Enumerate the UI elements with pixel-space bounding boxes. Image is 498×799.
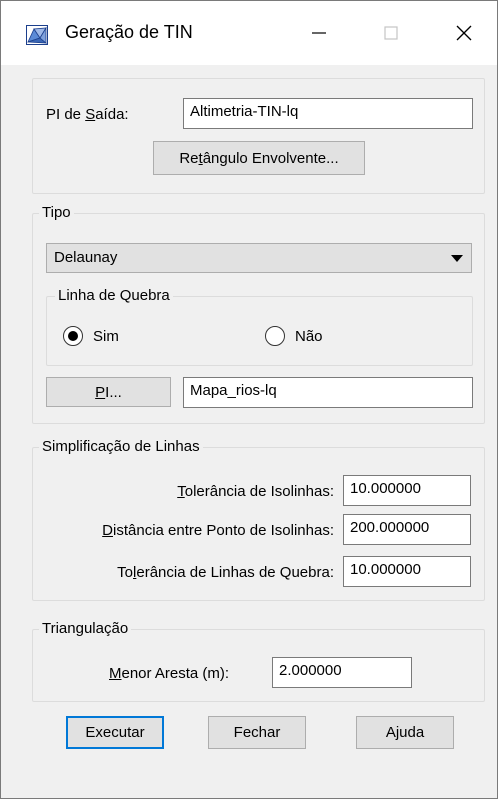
- minimize-icon: [312, 32, 326, 34]
- tipo-group-title: Tipo: [39, 204, 74, 221]
- isoline-point-distance-field[interactable]: 200.000000: [343, 514, 471, 545]
- breakline-yes-label[interactable]: Sim: [93, 328, 119, 345]
- radio-selected-dot: [68, 331, 78, 341]
- triangulation-group-title: Triangulação: [39, 620, 132, 637]
- isoline-point-distance-label: Distância entre Ponto de Isolinhas:: [102, 522, 334, 539]
- output-pi-field[interactable]: Altimetria-TIN-lq: [183, 98, 473, 129]
- help-button[interactable]: Ajuda: [356, 716, 454, 749]
- isoline-tolerance-field[interactable]: 10.000000: [343, 475, 471, 506]
- breakline-no-radio[interactable]: [265, 326, 285, 346]
- minimize-button[interactable]: [296, 13, 342, 53]
- execute-button[interactable]: Executar: [66, 716, 164, 749]
- pi-select-button[interactable]: P I...: [46, 377, 171, 407]
- breakline-pi-field[interactable]: Mapa_rios-lq: [183, 377, 473, 408]
- simplification-group-title: Simplificação de Linhas: [39, 438, 203, 455]
- breakline-tolerance-field[interactable]: 10.000000: [343, 556, 471, 587]
- tin-type-combobox[interactable]: Delaunay: [46, 243, 472, 273]
- bounding-rectangle-button[interactable]: Re t ângulo Envolvente...: [153, 141, 365, 175]
- window-title: Geração de TIN: [65, 22, 193, 42]
- title-bar[interactable]: Geração de TIN: [1, 1, 497, 65]
- close-icon: [456, 25, 472, 41]
- tin-type-value: Delaunay: [54, 249, 118, 266]
- breakline-tolerance-label: Tolerância de Linhas de Quebra:: [117, 564, 334, 581]
- close-button[interactable]: [441, 13, 487, 53]
- chevron-down-icon: [451, 255, 463, 262]
- tin-app-icon: [26, 25, 48, 45]
- triangulation-group: [32, 629, 485, 702]
- output-pi-label: PI de Saída:: [46, 106, 129, 123]
- maximize-icon: [384, 26, 398, 40]
- breakline-yes-radio[interactable]: [63, 326, 83, 346]
- breakline-no-label[interactable]: Não: [295, 328, 323, 345]
- tin-generation-dialog: Geração de TIN PI de Saída: Altimetria-T…: [0, 0, 498, 799]
- breakline-group-title: Linha de Quebra: [55, 287, 173, 304]
- isoline-tolerance-label: Tolerância de Isolinhas:: [177, 483, 334, 500]
- maximize-button[interactable]: [368, 13, 414, 53]
- output-group: [32, 78, 485, 194]
- close-dialog-button[interactable]: Fechar: [208, 716, 306, 749]
- min-edge-label: Menor Aresta (m):: [109, 665, 230, 682]
- min-edge-field[interactable]: 2.000000: [272, 657, 412, 688]
